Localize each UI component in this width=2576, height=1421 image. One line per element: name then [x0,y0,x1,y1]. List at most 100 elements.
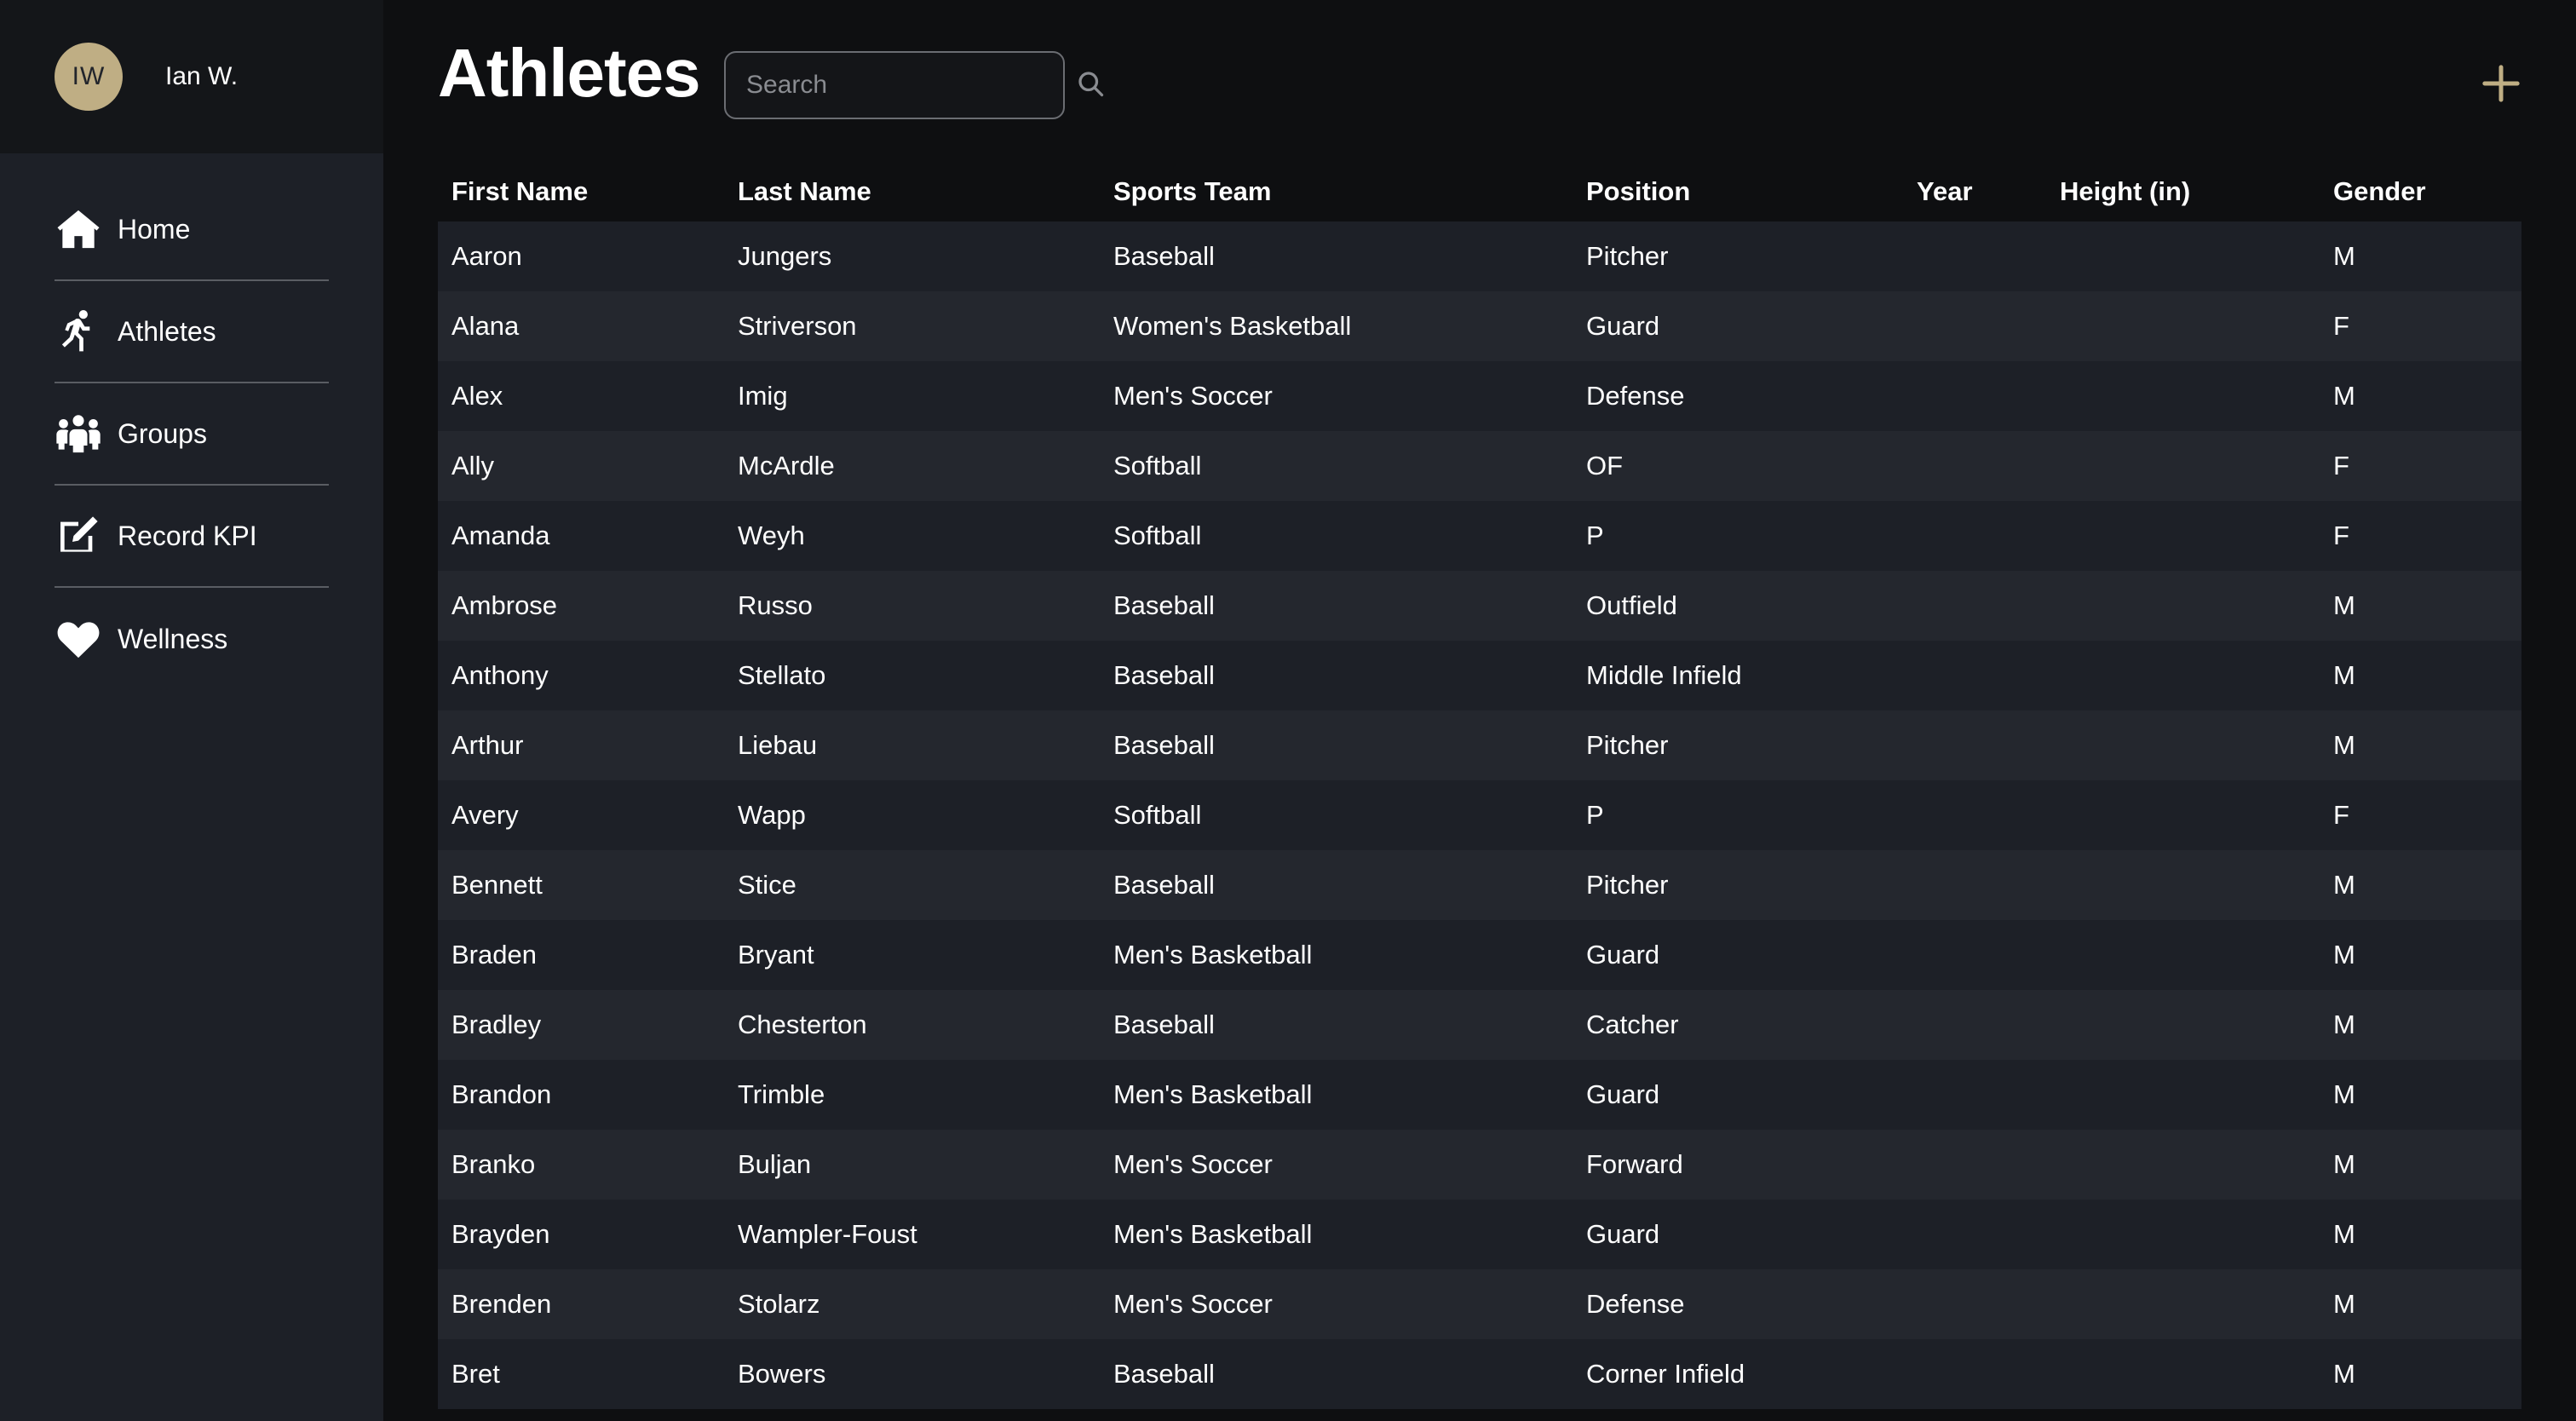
table-row[interactable]: Braden Bryant Men's Basketball Guard M [438,920,2521,990]
table-cell: Ally [451,451,494,480]
sidebar: IW Ian W. Home Athletes Groups Record KP… [0,0,383,1421]
table-row[interactable]: Amanda Weyh Softball P F [438,501,2521,571]
table-cell: Bowers [738,1359,826,1389]
table-cell: Ambrose [451,590,558,620]
sidebar-item-home[interactable]: Home [55,179,329,281]
athletes-table: First Name Last Name Sports Team Position Ye… [438,162,2521,1409]
table-cell: Alex [451,381,503,411]
column-header[interactable]: Year [1903,162,2046,221]
table-cell [1903,361,2046,431]
table-cell [2046,990,2320,1060]
table-cell: Aaron [451,241,522,271]
column-header[interactable]: Last Name [724,162,1100,221]
table-cell: Outfield [1586,590,1677,620]
table-row[interactable]: Alana Striverson Women's Basketball Guard F [438,291,2521,361]
table-cell [1903,1339,2046,1409]
table-cell: M [2333,241,2355,271]
table-row[interactable]: Brandon Trimble Men's Basketball Guard M [438,1060,2521,1130]
table-cell: Chesterton [738,1010,867,1039]
table-cell [2046,291,2320,361]
table-cell [2046,850,2320,920]
table-cell [2046,571,2320,641]
search-box[interactable] [724,51,1104,119]
table-cell: Bennett [451,870,543,900]
table-cell: Guard [1586,940,1660,969]
table-cell: Stice [738,870,796,900]
table-cell: Stellato [738,660,826,690]
heart-icon [55,615,104,663]
table-cell [1903,221,2046,291]
table-cell: Brenden [451,1289,552,1319]
table-cell: M [2333,1289,2355,1319]
table-cell [2046,221,2320,291]
sidebar-item-athletes[interactable]: Athletes [55,281,329,383]
table-cell: Baseball [1113,870,1215,900]
table-cell: Brandon [451,1079,552,1109]
table-cell: Baseball [1113,590,1215,620]
table-row[interactable]: Avery Wapp Softball P F [438,780,2521,850]
table-cell: Striverson [738,311,857,341]
search-icon[interactable] [1075,68,1106,103]
main-content: Athletes First NameLast NameSports TeamP… [383,0,2576,1421]
table-cell: Baseball [1113,660,1215,690]
table-cell: Avery [451,800,519,830]
table-cell [2046,920,2320,990]
sidebar-item-record-kpi[interactable]: Record KPI [55,486,329,588]
table-header-row: First Name Last Name Sports Team Position Ye… [438,162,2521,221]
table-cell: McArdle [738,451,835,480]
column-header[interactable]: First Name [438,162,724,221]
table-cell [1903,291,2046,361]
sidebar-item-groups[interactable]: Groups [55,383,329,486]
table-cell: Women's Basketball [1113,311,1352,341]
table-row[interactable]: Aaron Jungers Baseball Pitcher M [438,221,2521,291]
table-row[interactable]: Bret Bowers Baseball Corner Infield M [438,1339,2521,1409]
sidebar-nav: Home Athletes Groups Record KPI Wellness [0,179,329,690]
table-row[interactable]: Brayden Wampler-Foust Men's Basketball Guar… [438,1200,2521,1269]
table-cell: Liebau [738,730,818,760]
table-cell: F [2333,521,2349,550]
table-cell: M [2333,870,2355,900]
user-profile[interactable]: IW Ian W. [0,0,383,153]
table-cell [2046,1130,2320,1200]
table-row[interactable]: Alex Imig Men's Soccer Defense M [438,361,2521,431]
table-row[interactable]: Bradley Chesterton Baseball Catcher M [438,990,2521,1060]
search-input[interactable] [746,71,1075,100]
table-cell: M [2333,1079,2355,1109]
table-cell [2046,361,2320,431]
table-cell: Brayden [451,1219,550,1249]
table-row[interactable]: Arthur Liebau Baseball Pitcher M [438,710,2521,780]
table-row[interactable]: Bennett Stice Baseball Pitcher M [438,850,2521,920]
table-cell [1903,780,2046,850]
table-cell: Softball [1113,521,1202,550]
table-row[interactable]: Brenden Stolarz Men's Soccer Defense M [438,1269,2521,1339]
athletes-table-container: First Name Last Name Sports Team Position Ye… [438,162,2521,1409]
table-cell [2046,1269,2320,1339]
page-header: Athletes [383,0,2576,162]
people-group-icon [55,410,104,457]
table-cell [1903,1269,2046,1339]
table-row[interactable]: Branko Buljan Men's Soccer Forward M [438,1130,2521,1200]
table-cell: M [2333,1149,2355,1179]
sidebar-item-wellness[interactable]: Wellness [55,588,329,690]
table-cell: Imig [738,381,788,411]
table-row[interactable]: Ally McArdle Softball OF F [438,431,2521,501]
add-athlete-button[interactable] [2475,58,2527,109]
avatar[interactable]: IW [55,43,123,111]
table-cell: Amanda [451,521,550,550]
table-cell [1903,641,2046,710]
column-header[interactable]: Position [1573,162,1903,221]
column-header[interactable]: Gender [2320,162,2521,221]
table-cell: Pitcher [1586,730,1669,760]
table-cell: Men's Basketball [1113,1079,1313,1109]
column-header[interactable]: Sports Team [1100,162,1573,221]
table-row[interactable]: Anthony Stellato Baseball Middle Infield M [438,641,2521,710]
table-cell [2046,641,2320,710]
table-cell: M [2333,1010,2355,1039]
home-icon [55,205,104,253]
table-cell: Forward [1586,1149,1683,1179]
column-header[interactable]: Height (in) [2046,162,2320,221]
table-cell: M [2333,1219,2355,1249]
plus-icon [2482,65,2520,102]
table-row[interactable]: Ambrose Russo Baseball Outfield M [438,571,2521,641]
table-cell: Baseball [1113,1359,1215,1389]
